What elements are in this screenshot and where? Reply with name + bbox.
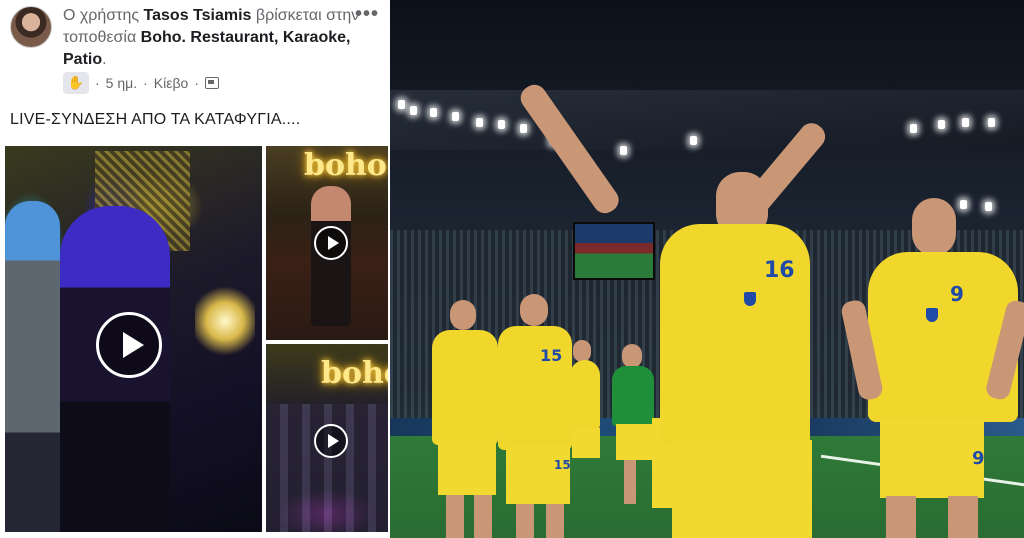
shorts-number: 9 xyxy=(972,448,985,469)
leg xyxy=(948,496,978,538)
floodlight xyxy=(938,120,945,129)
lamp-glow xyxy=(195,286,255,356)
shorts xyxy=(506,446,570,504)
floodlight xyxy=(520,124,527,133)
post-meta: ✋ · 5 ημ. · Κίεβο · xyxy=(63,72,219,94)
video-tile-top-right[interactable]: boho xyxy=(266,146,388,340)
crowd xyxy=(266,404,388,532)
shorts-number: 15 xyxy=(554,458,571,472)
play-icon[interactable] xyxy=(314,424,348,458)
neon-sign: boho xyxy=(304,148,387,183)
sep-dot-1: · xyxy=(95,75,100,91)
shorts xyxy=(438,440,496,495)
facebook-post: Ο χρήστης Tasos Tsiamis βρίσκεται στην τ… xyxy=(0,0,390,538)
stadium-roof xyxy=(390,90,1024,150)
shirt-number: 15 xyxy=(540,346,563,365)
floodlight xyxy=(452,112,459,121)
head xyxy=(520,294,548,326)
floodlight xyxy=(960,200,967,209)
play-icon[interactable] xyxy=(314,226,348,260)
floodlight xyxy=(910,124,917,133)
play-icon[interactable] xyxy=(96,312,162,378)
shirt xyxy=(570,360,600,430)
leg xyxy=(546,504,564,538)
shorts xyxy=(672,440,812,538)
floodlight xyxy=(498,120,505,129)
floodlight xyxy=(410,106,417,115)
neon-sign: boho xyxy=(321,356,388,391)
sep-dot-3: · xyxy=(194,75,199,91)
shorts xyxy=(616,424,652,460)
leg xyxy=(886,496,916,538)
shorts xyxy=(572,428,600,458)
leg xyxy=(624,460,636,504)
floodlight xyxy=(988,118,995,127)
post-header: Ο χρήστης Tasos Tsiamis βρίσκεται στην τ… xyxy=(63,5,363,71)
shorts xyxy=(880,418,984,498)
waving-hand-icon[interactable]: ✋ xyxy=(63,72,89,94)
person-man xyxy=(5,201,60,532)
floodlight xyxy=(962,118,969,127)
floodlight xyxy=(430,108,437,117)
header-prefix: Ο χρήστης xyxy=(63,7,140,24)
head xyxy=(450,300,476,330)
video-tile-bottom-right[interactable]: boho xyxy=(266,344,388,532)
header-end: . xyxy=(102,51,107,68)
floodlight xyxy=(476,118,483,127)
ukraine-crest-icon xyxy=(744,292,756,306)
scoreboard xyxy=(573,222,655,280)
user-name-link[interactable]: Tasos Tsiamis xyxy=(144,7,252,24)
leg xyxy=(446,495,464,538)
shirt-number: 9 xyxy=(950,282,964,306)
head xyxy=(573,340,591,362)
floodlight xyxy=(620,146,627,155)
floodlight xyxy=(690,136,697,145)
leg xyxy=(474,495,492,538)
leg xyxy=(516,504,534,538)
head xyxy=(622,344,642,368)
ukraine-crest-icon xyxy=(926,308,938,322)
video-tile-main[interactable] xyxy=(5,146,262,532)
calendar-icon xyxy=(204,77,219,89)
shirt-number: 16 xyxy=(764,258,795,283)
shirt xyxy=(498,326,572,450)
floodlight xyxy=(398,100,405,109)
post-time[interactable]: 5 ημ. xyxy=(106,75,137,91)
post-city[interactable]: Κίεβο xyxy=(154,75,189,91)
more-options-icon[interactable]: ••• xyxy=(355,3,379,26)
head xyxy=(912,198,956,256)
avatar[interactable] xyxy=(10,6,52,48)
shirt xyxy=(432,330,498,445)
floodlight xyxy=(985,202,992,211)
sep-dot-2: · xyxy=(143,75,148,91)
stadium-photo: 15 15 16 9 9 xyxy=(390,0,1024,538)
post-text: LIVE-ΣΥΝΔΕΣΗ ΑΠΟ ΤΑ ΚΑΤΑΦΥΓΙΑ.... xyxy=(10,111,301,128)
goalkeeper-shirt xyxy=(612,366,654,426)
